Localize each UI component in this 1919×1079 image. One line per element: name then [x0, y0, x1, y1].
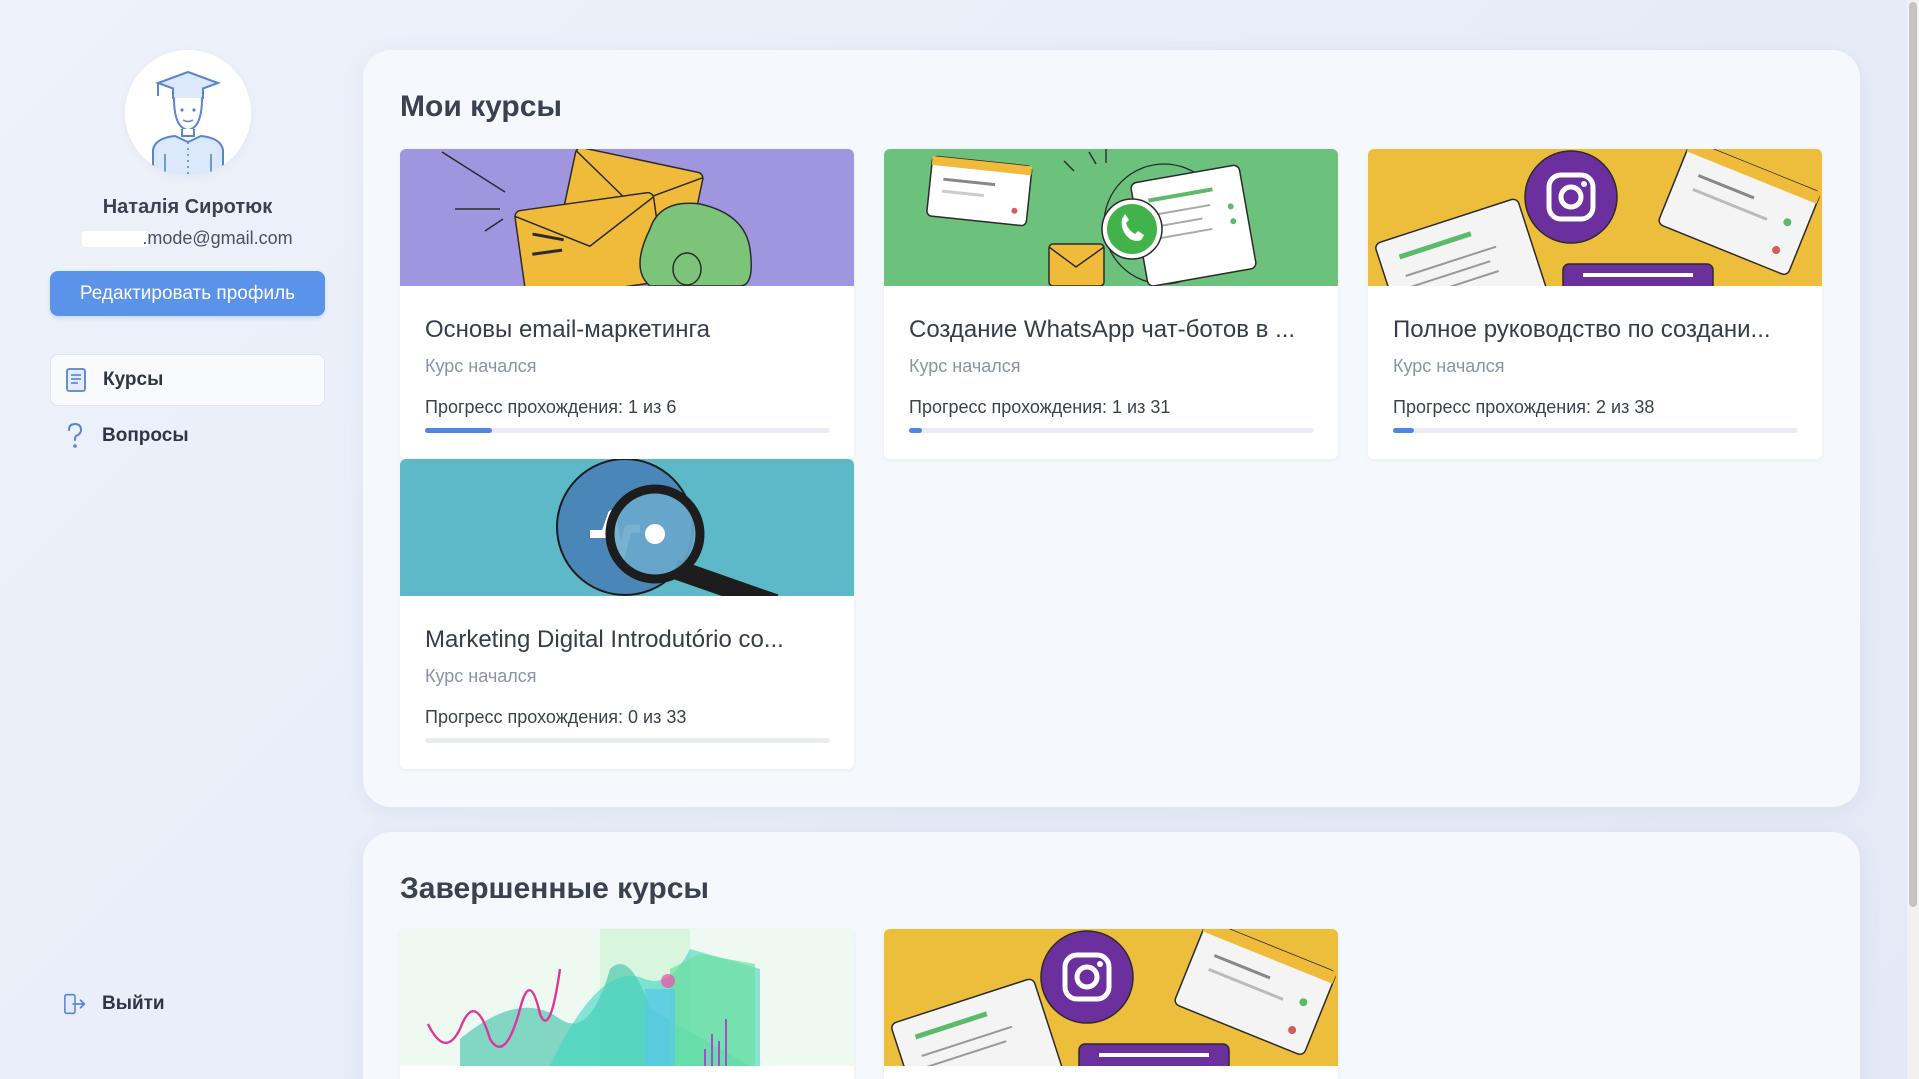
- app-root: Наталія Сиротюк .mode@gmail.com Редактир…: [0, 0, 1919, 1079]
- analytics-waves-illustration: [426, 929, 760, 1066]
- book-icon: [65, 367, 87, 393]
- page-scrollbar[interactable]: [1907, 0, 1919, 1079]
- course-progress-text: Прогресс прохождения: 0 из 33: [425, 707, 687, 727]
- completed-courses-panel: Завершенные курсы: [363, 832, 1860, 1079]
- scrollbar-thumb[interactable]: [1909, 2, 1917, 907]
- email-redaction: [82, 231, 149, 248]
- course-title[interactable]: Marketing Digital Introdutório co...: [425, 626, 835, 654]
- email-envelopes-illustration: [441, 149, 752, 286]
- graduate-avatar-icon: [125, 50, 251, 176]
- instagram-illustration: [891, 929, 1337, 1066]
- course-progress-bar: [909, 428, 1314, 433]
- progress-fill: [909, 428, 923, 433]
- progress-fill: [425, 428, 493, 433]
- avatar[interactable]: [125, 50, 251, 176]
- course-progress-bar: [425, 428, 830, 433]
- course-progress-text: Прогресс прохождения: 2 из 38: [1393, 397, 1655, 417]
- completed-course-card[interactable]: [400, 929, 854, 1079]
- course-banner: [400, 149, 854, 286]
- instagram-illustration: [1375, 149, 1821, 286]
- page-title: Мои курсы: [400, 90, 563, 123]
- completed-course-card[interactable]: [884, 929, 1338, 1079]
- sidebar-item-label: Курсы: [103, 369, 164, 390]
- course-progress-text: Прогресс прохождения: 1 из 31: [909, 397, 1171, 417]
- magnifier-illustration: [556, 459, 779, 596]
- course-card[interactable]: Полное руководство по создани... Курс на…: [1368, 149, 1822, 459]
- user-name: Наталія Сиротюк: [102, 196, 273, 218]
- sidebar-item-label: Вопросы: [102, 425, 189, 446]
- course-banner: [400, 459, 854, 596]
- course-status: Курс начался: [1393, 356, 1505, 376]
- course-progress-bar: [1393, 428, 1798, 433]
- course-progress-text: Прогресс прохождения: 1 из 6: [425, 397, 677, 417]
- course-progress-bar: [425, 738, 830, 743]
- course-status: Курс начался: [425, 356, 537, 376]
- course-title[interactable]: Создание WhatsApp чат-ботов в ...: [909, 316, 1319, 344]
- course-banner: [1368, 149, 1822, 286]
- sidebar-item-logout[interactable]: Выйти: [50, 978, 325, 1030]
- logout-icon: [64, 991, 86, 1017]
- course-banner: [400, 929, 854, 1066]
- sidebar-item-label: Выйти: [102, 993, 165, 1014]
- course-card[interactable]: Основы email-маркетинга Курс начался Про…: [400, 149, 854, 459]
- section-title: Завершенные курсы: [400, 872, 710, 905]
- course-card[interactable]: Создание WhatsApp чат-ботов в ... Курс н…: [884, 149, 1338, 459]
- course-title[interactable]: Основы email-маркетинга: [425, 316, 835, 344]
- user-email: .mode@gmail.com: [142, 228, 293, 248]
- sidebar: Наталія Сиротюк .mode@gmail.com Редактир…: [0, 0, 362, 1079]
- sidebar-item-questions[interactable]: Вопросы: [50, 410, 325, 462]
- course-banner: [884, 929, 1338, 1066]
- course-card[interactable]: Marketing Digital Introdutório co... Кур…: [400, 459, 854, 769]
- course-status: Курс начался: [425, 666, 537, 686]
- edit-profile-button[interactable]: Редактировать профиль: [50, 271, 325, 316]
- sidebar-item-courses[interactable]: Курсы: [50, 354, 325, 406]
- whatsapp-chat-illustration: [926, 149, 1257, 286]
- course-title[interactable]: Полное руководство по создани...: [1393, 316, 1803, 344]
- course-status: Курс начался: [909, 356, 1021, 376]
- user-email-row: .mode@gmail.com: [0, 228, 375, 249]
- question-icon: [64, 423, 86, 449]
- progress-fill: [1393, 428, 1415, 433]
- course-banner: [884, 149, 1338, 286]
- my-courses-panel: Мои курсы Основы email-маркетинга Курс н…: [363, 50, 1860, 807]
